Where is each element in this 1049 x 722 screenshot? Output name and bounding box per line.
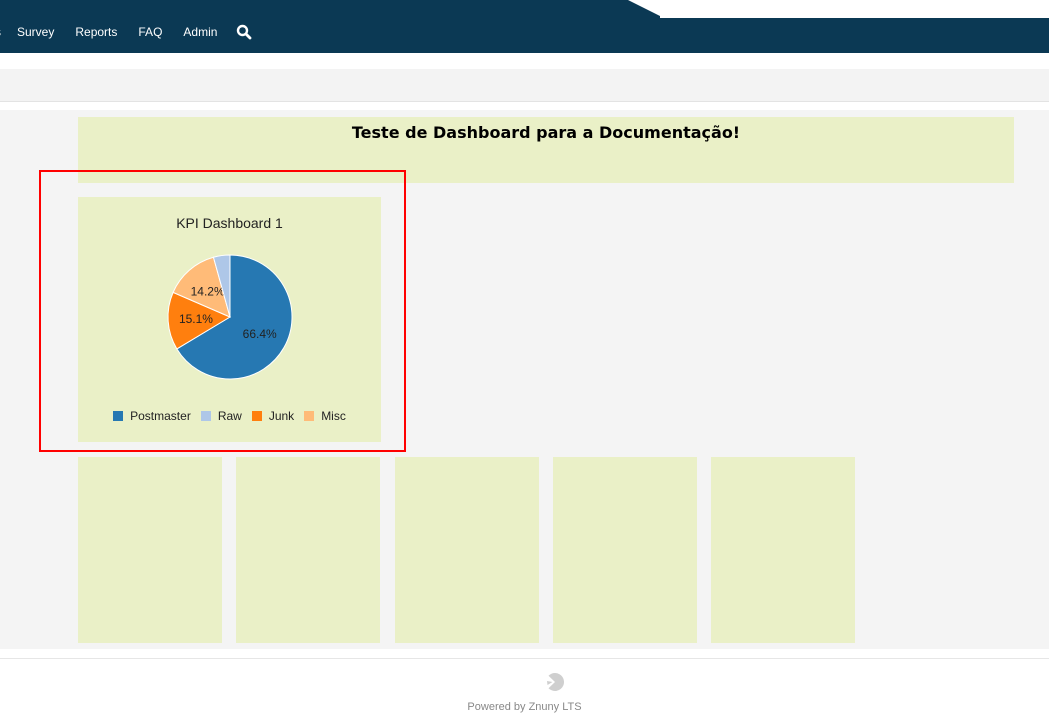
topbar-notch-area — [660, 0, 1049, 18]
znuny-logo-icon — [545, 672, 565, 697]
legend-item-junk[interactable]: Junk — [251, 409, 295, 423]
nav-item-admin[interactable]: Admin — [183, 25, 217, 39]
empty-widget-4 — [553, 457, 697, 643]
powered-by-text: Powered by Znuny LTS — [467, 701, 582, 713]
pie-label-misc: 14.2% — [191, 284, 225, 298]
empty-widget-2 — [236, 457, 380, 643]
topbar-notch — [628, 0, 664, 18]
legend-label: Raw — [217, 409, 242, 423]
nav-item-partial[interactable]: s — [0, 25, 1, 39]
pie-label-junk: 15.1% — [179, 312, 213, 326]
pie-label-postmaster: 66.4% — [243, 327, 277, 341]
empty-widget-3 — [395, 457, 539, 643]
footer: Powered by Znuny LTS — [0, 658, 1049, 722]
legend-label: Junk — [268, 409, 295, 423]
search-icon[interactable] — [236, 24, 252, 40]
legend-item-postmaster[interactable]: Postmaster — [113, 409, 191, 423]
empty-widget-5 — [711, 457, 855, 643]
legend-swatch — [200, 411, 211, 421]
chart-legend: Postmaster Raw Junk Misc — [78, 409, 381, 423]
legend-swatch — [113, 411, 124, 421]
legend-item-raw[interactable]: Raw — [200, 409, 242, 423]
nav-item-faq[interactable]: FAQ — [138, 25, 162, 39]
legend-swatch — [304, 411, 315, 421]
legend-label: Postmaster — [130, 409, 191, 423]
main-nav: s Survey Reports FAQ Admin — [0, 22, 252, 42]
empty-widget-1 — [78, 457, 222, 643]
legend-swatch — [251, 411, 262, 421]
pie-chart: 66.4% 15.1% 14.2% — [167, 254, 293, 380]
top-navigation-bar: s Survey Reports FAQ Admin — [0, 0, 1049, 53]
legend-item-misc[interactable]: Misc — [304, 409, 346, 423]
dashboard-title: Teste de Dashboard para a Documentação! — [351, 123, 741, 142]
nav-item-survey[interactable]: Survey — [17, 25, 54, 39]
dashboard-header-widget: Teste de Dashboard para a Documentação! — [78, 117, 1014, 183]
kpi-widget: KPI Dashboard 1 66.4% 15.1% 14.2% Postmast… — [78, 197, 381, 442]
nav-item-reports[interactable]: Reports — [75, 25, 117, 39]
legend-label: Misc — [321, 409, 346, 423]
sub-toolbar — [0, 69, 1049, 102]
dashboard-content: Teste de Dashboard para a Documentação! … — [0, 110, 1049, 649]
